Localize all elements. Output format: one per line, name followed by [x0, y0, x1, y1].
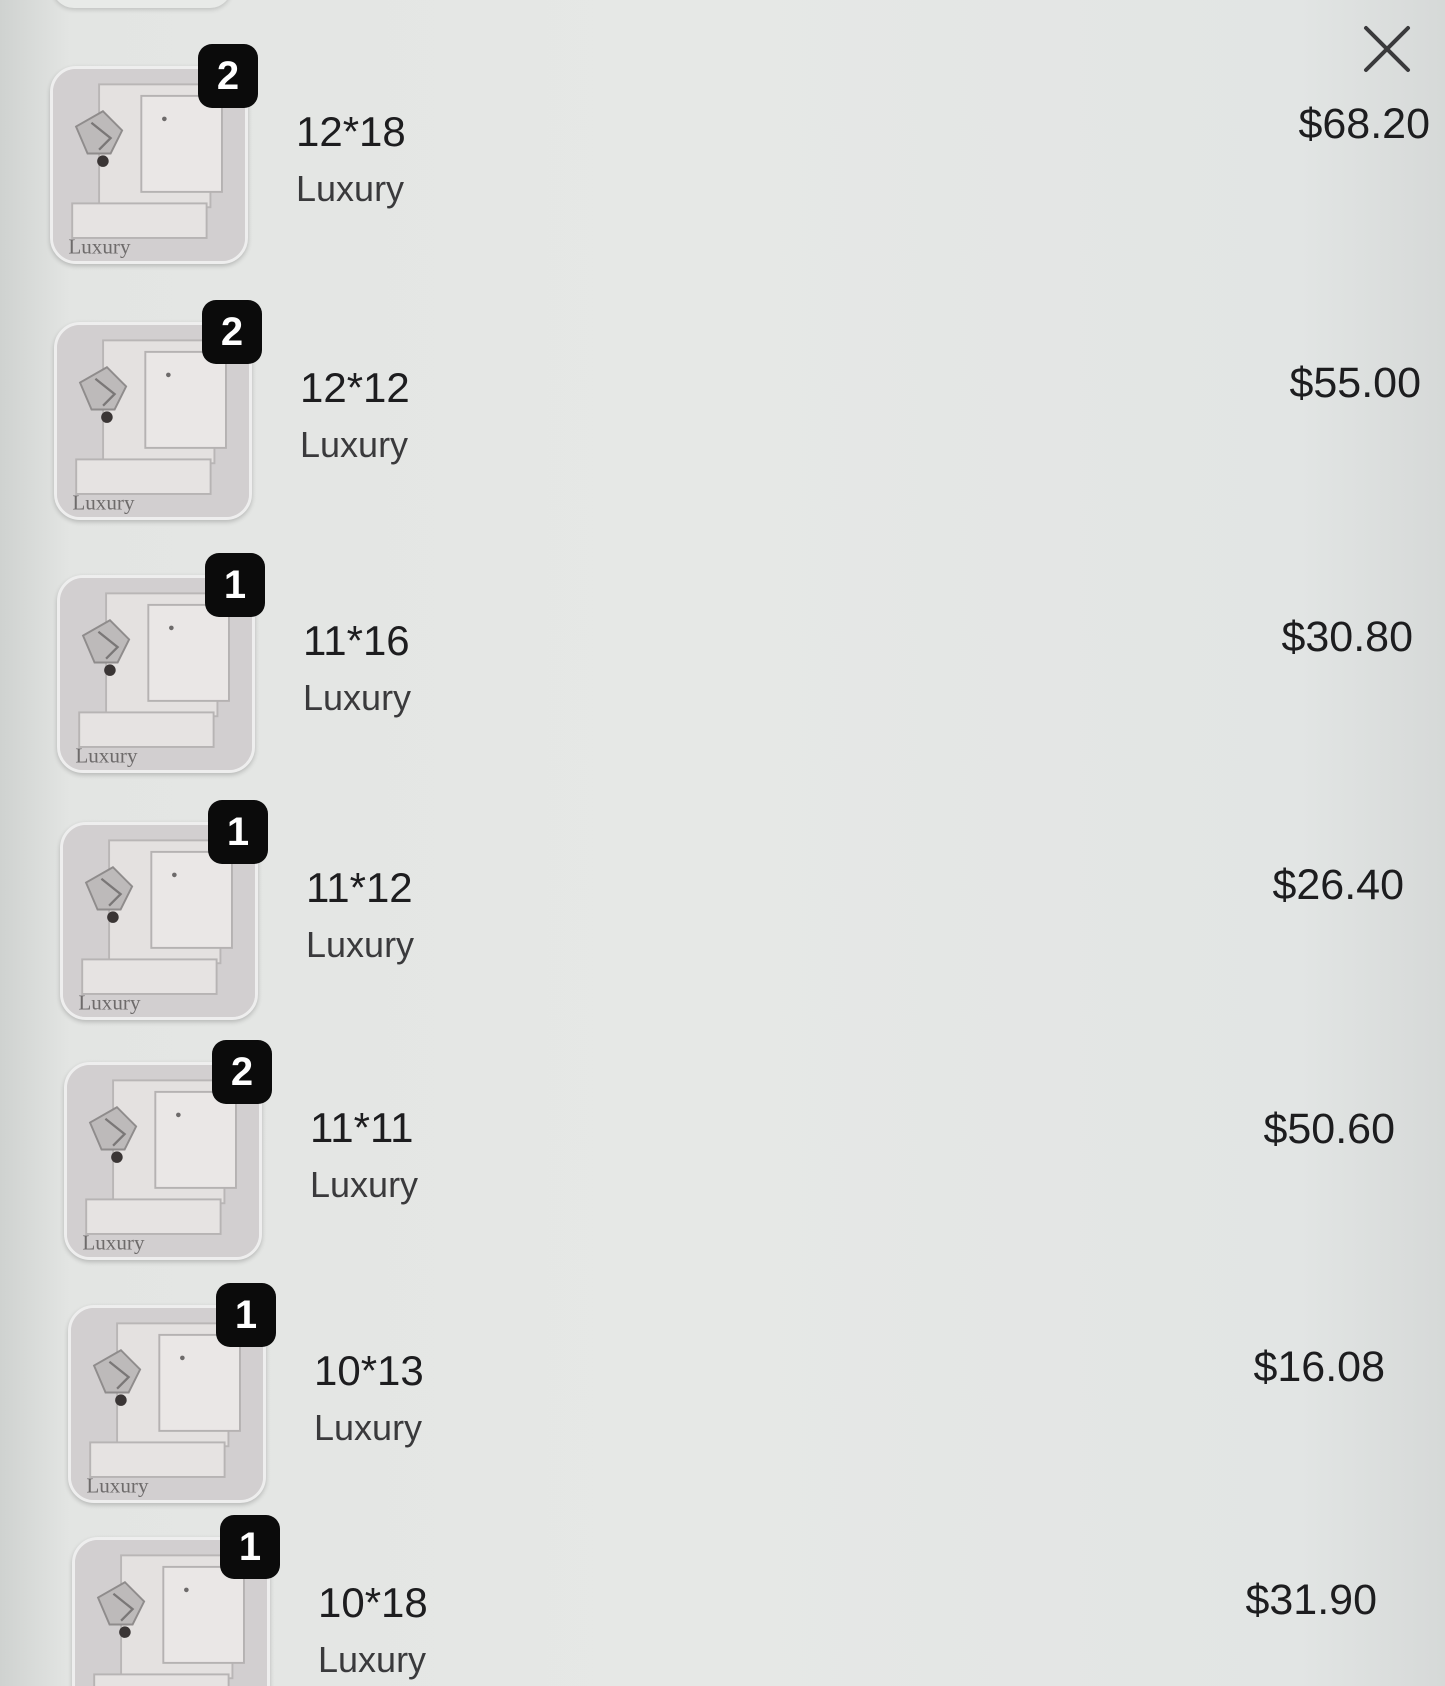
item-tier: Luxury: [300, 424, 409, 465]
quantity-badge: 2: [202, 300, 262, 364]
item-size: 11*16: [303, 617, 410, 664]
item-size: 12*12: [300, 364, 410, 411]
item-price: $16.08: [1253, 1343, 1385, 1391]
quantity-badge: 1: [220, 1515, 280, 1579]
item-tier: Luxury: [310, 1164, 419, 1205]
item-size: 11*12: [306, 864, 413, 911]
list-item[interactable]: Luxury 1 10*18 Luxury: [72, 1515, 972, 1686]
thumbnail-watermark: Luxury: [86, 1473, 149, 1497]
thumbnail-watermark: Luxury: [75, 743, 138, 767]
list-item[interactable]: Luxury 2 12*12 Luxury: [54, 300, 954, 520]
quantity-badge: 1: [205, 553, 265, 617]
item-size: 11*11: [310, 1104, 414, 1151]
item-size: 10*18: [318, 1579, 428, 1626]
item-size: 12*18: [296, 108, 406, 155]
quantity-badge: 2: [198, 44, 258, 108]
quantity-badge: 1: [208, 800, 268, 864]
previous-item-edge: [52, 0, 232, 8]
list-item[interactable]: Luxury 2 11*11 Luxury: [64, 1040, 964, 1260]
item-tier: Luxury: [303, 677, 412, 718]
item-price: $30.80: [1281, 613, 1413, 661]
item-price: $26.40: [1272, 861, 1404, 909]
quantity-badge: 2: [212, 1040, 272, 1104]
thumbnail-watermark: Luxury: [82, 1230, 145, 1254]
close-icon[interactable]: [1360, 22, 1414, 76]
item-price: $68.20: [1298, 100, 1430, 148]
item-size: 10*13: [314, 1347, 424, 1394]
list-item[interactable]: Luxury 1 11*12 Luxury: [60, 800, 960, 1020]
thumbnail-watermark: Luxury: [68, 234, 131, 258]
list-item[interactable]: Luxury 1 11*16 Luxury: [57, 553, 957, 773]
list-item[interactable]: Luxury 2 12*18 Luxury: [50, 44, 950, 264]
item-price: $31.90: [1245, 1576, 1377, 1624]
item-tier: Luxury: [306, 924, 415, 965]
thumbnail-watermark: Luxury: [72, 490, 135, 514]
item-price: $55.00: [1289, 359, 1421, 407]
quantity-badge: 1: [216, 1283, 276, 1347]
order-items-panel: Luxury 2 12*18 Luxury $68.20 Luxury 2 12…: [0, 0, 1445, 1686]
list-item[interactable]: Luxury 1 10*13 Luxury: [68, 1283, 968, 1503]
thumbnail-watermark: Luxury: [78, 990, 141, 1014]
item-tier: Luxury: [314, 1407, 423, 1448]
item-tier: Luxury: [318, 1639, 427, 1680]
item-tier: Luxury: [296, 168, 405, 209]
item-price: $50.60: [1263, 1105, 1395, 1153]
